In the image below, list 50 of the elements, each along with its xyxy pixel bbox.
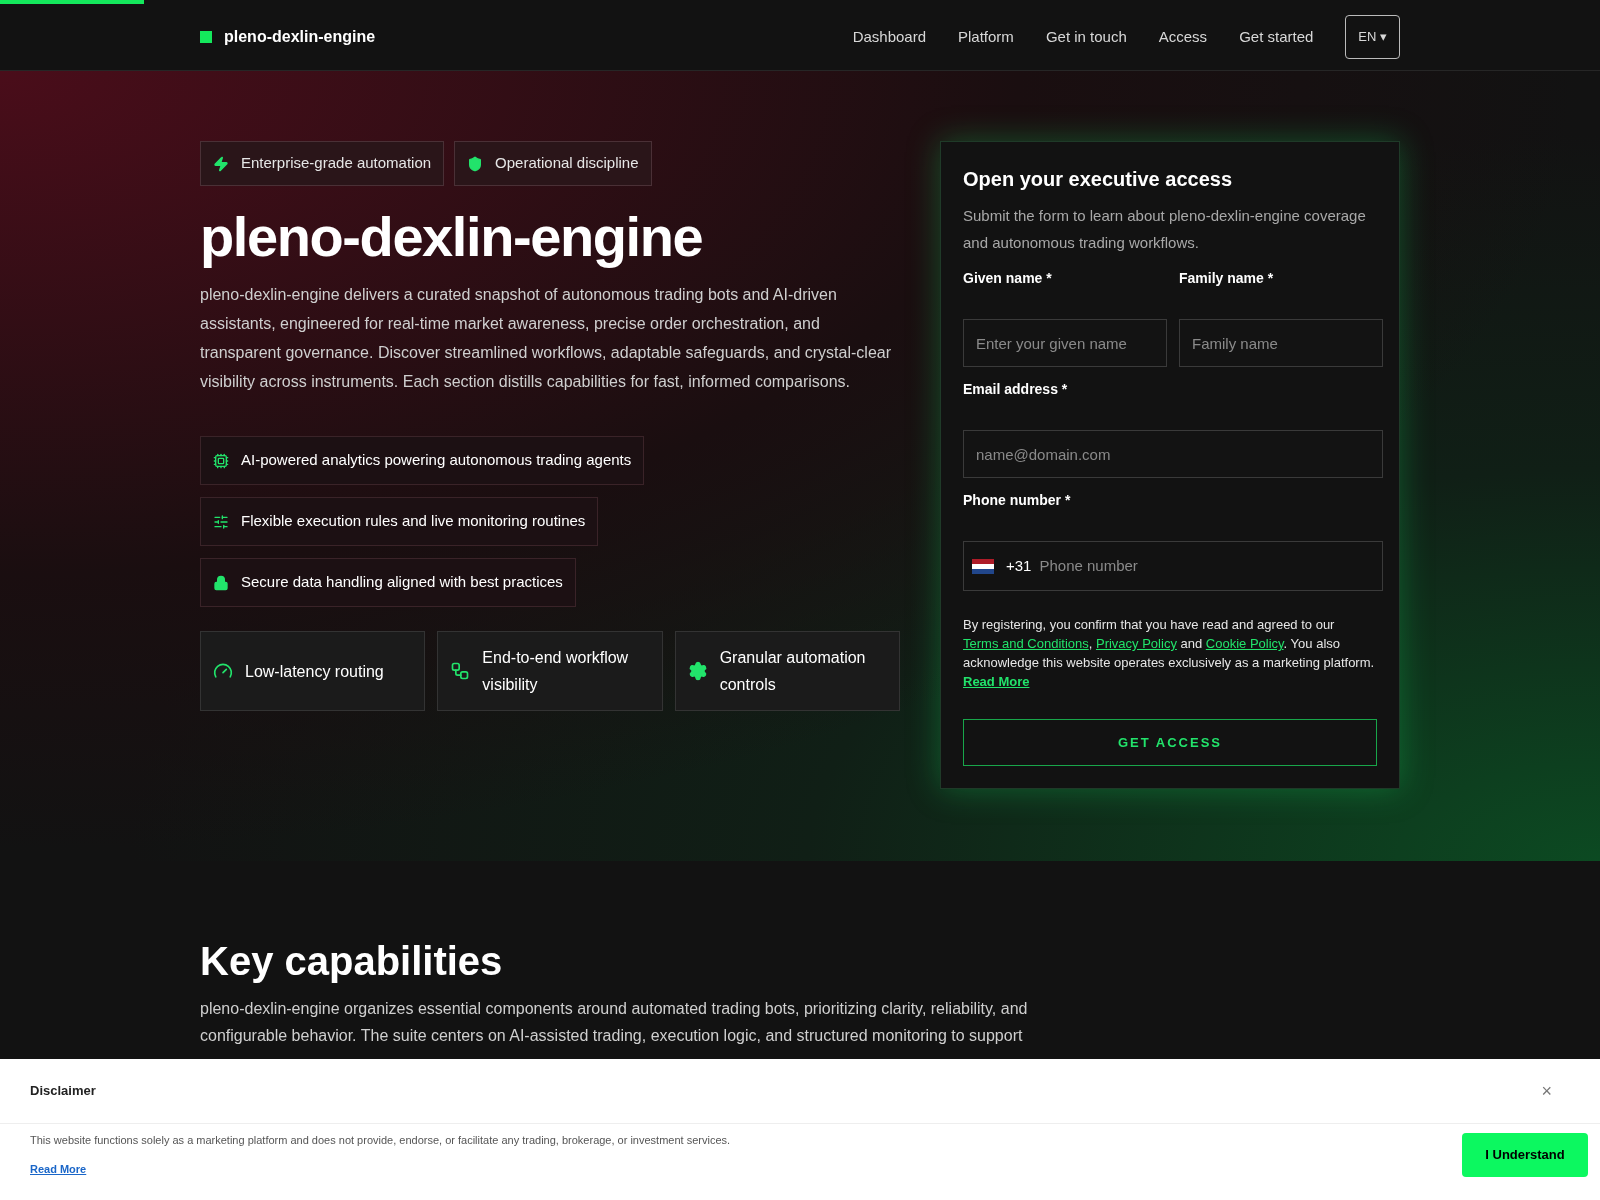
read-more-link[interactable]: Read More bbox=[963, 674, 1030, 689]
email-field[interactable]: name@domain.com bbox=[963, 430, 1383, 478]
given-name-field[interactable]: Enter your given name bbox=[963, 319, 1167, 367]
family-name-field[interactable]: Family name bbox=[1179, 319, 1383, 367]
badge-label: Enterprise-grade automation bbox=[241, 153, 432, 174]
workflow-icon bbox=[450, 661, 471, 681]
nav-link[interactable]: Get started bbox=[1239, 25, 1314, 49]
shield-icon bbox=[467, 155, 484, 172]
chip-icon bbox=[213, 452, 229, 469]
policy-link[interactable]: Cookie Policy bbox=[1205, 636, 1284, 651]
sliders-icon bbox=[213, 513, 229, 530]
field-label: Given name * bbox=[963, 269, 1053, 288]
highlight-text: AI-powered analytics powering autonomous trading agents bbox=[241, 450, 632, 471]
country-code: +31 bbox=[1006, 555, 1032, 576]
flag-icon bbox=[972, 558, 994, 574]
section-text: pleno-dexlin-engine organizes essential components around automated trading bots, prioritizing clarity, reliability, and configurable behavior. The suite centers on AI-assisted trading, execution logic, and structured monitoring to support bbox=[200, 999, 1029, 1046]
field-label: Family name * bbox=[1179, 269, 1275, 288]
policy-link[interactable]: Privacy Policy bbox=[1095, 636, 1177, 651]
hero-title: pleno-dexlin-engine bbox=[200, 204, 704, 270]
nav-link[interactable]: Dashboard bbox=[852, 25, 926, 49]
disclaimer-title: Disclaimer bbox=[30, 1082, 96, 1101]
lightning-icon bbox=[213, 155, 229, 172]
section-title: Key capabilities bbox=[200, 938, 504, 985]
feature-text: Low-latency routing bbox=[245, 661, 384, 682]
feature-text: Granular automation controls bbox=[719, 648, 867, 695]
disclaimer-text: This website functions solely as a marketing platform and does not provide, endorse, or facilitate any trading, brokerage, or investment services. bbox=[30, 1133, 731, 1148]
brand-link[interactable]: pleno-dexlin-engine bbox=[224, 25, 376, 49]
policy-link[interactable]: Terms and Conditions bbox=[963, 636, 1089, 651]
gauge-icon bbox=[213, 661, 233, 681]
logo-icon bbox=[200, 31, 212, 43]
phone-field[interactable]: +31 Phone number bbox=[963, 541, 1383, 591]
nav-link[interactable]: Access bbox=[1158, 25, 1208, 49]
consent-text: By registering, you confirm that you have read and agreed to our Terms and Conditions, Privacy Policy and Cookie Policy. You also acknowledge this website operates exclusively as a marketing platform. Read More bbox=[963, 616, 1376, 691]
nav-link[interactable]: Platform bbox=[958, 25, 1014, 49]
phone-input[interactable]: Phone number bbox=[1039, 554, 1374, 578]
form-title: Open your executive access bbox=[963, 167, 1234, 192]
close-button[interactable]: × bbox=[1541, 1077, 1552, 1105]
feature-text: End-to-end workflow visibility bbox=[482, 648, 630, 695]
highlight-text: Flexible execution rules and live monitoring routines bbox=[241, 511, 586, 532]
highlight-text: Secure data handling aligned with best practices bbox=[241, 572, 563, 593]
field-label: Email address * bbox=[963, 380, 1069, 399]
field-label: Phone number * bbox=[963, 491, 1072, 510]
form-subtitle: Submit the form to learn about pleno-dexlin-engine coverage and autonomous trading workflows. bbox=[963, 206, 1367, 253]
understand-button[interactable]: I Understand bbox=[1462, 1132, 1588, 1177]
badge-label: Operational discipline bbox=[495, 153, 639, 174]
nav-link[interactable]: Get in touch bbox=[1045, 25, 1127, 49]
hero-intro: pleno-dexlin-engine delivers a curated snapshot of autonomous trading bots and AI-driven assistants, engineered for real-time market awareness, precise order orchestration, and transparent governance. Discover streamlined workflows, adaptable safeguards, and crystal-clear visibility across instruments. Each section distills capabilities for fast, informed comparisons. bbox=[200, 285, 892, 392]
read-more-link[interactable]: Read More bbox=[30, 1160, 731, 1177]
language-button[interactable]: EN ▾ bbox=[1345, 15, 1400, 59]
get-access-button[interactable]: GET ACCESS bbox=[963, 719, 1377, 766]
